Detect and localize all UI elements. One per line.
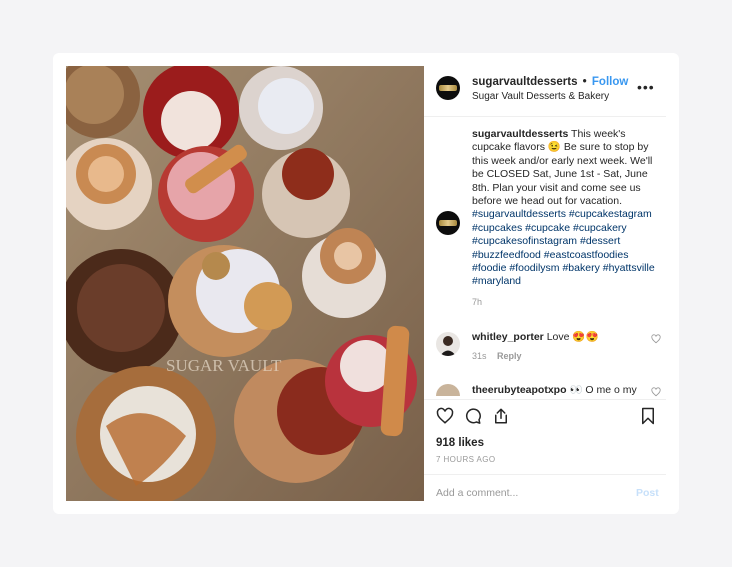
location-link[interactable]: Sugar Vault Desserts & Bakery (472, 91, 609, 102)
follow-button[interactable]: Follow (592, 76, 628, 88)
author-avatar[interactable] (436, 76, 460, 100)
share-icon[interactable] (492, 407, 510, 430)
posted-time: 7 HOURS AGO (436, 455, 496, 464)
author-line: sugarvaultdesserts • Follow (472, 76, 628, 88)
caption-username[interactable]: sugarvaultdesserts (472, 128, 568, 140)
comment-username[interactable]: whitley_porter (472, 331, 544, 343)
author-username[interactable]: sugarvaultdesserts (472, 76, 577, 88)
comment-item: whitley_porter Love 😍😍 (472, 330, 599, 343)
caption-time: 7h (472, 297, 483, 307)
reply-button[interactable]: Reply (497, 351, 522, 361)
post-side-panel: sugarvaultdesserts • Follow Sugar Vault … (424, 66, 666, 501)
commenter-avatar[interactable] (436, 332, 460, 356)
cupcakes-image: SUGAR VAULT (66, 66, 424, 501)
comment-username[interactable]: theerubyteapotxpo (472, 384, 567, 396)
post-comment-button[interactable]: Post (636, 487, 659, 499)
likes-count[interactable]: 918 likes (436, 437, 484, 449)
separator-dot: • (582, 76, 587, 88)
comment-text: Love 😍😍 (546, 331, 599, 343)
post-header: sugarvaultdesserts • Follow Sugar Vault … (424, 66, 666, 117)
post-caption: sugarvaultdesserts This week's cupcake f… (472, 128, 662, 289)
post-actions: 918 likes 7 HOURS AGO Add a comment... P… (424, 399, 666, 499)
post-photo[interactable]: SUGAR VAULT (66, 66, 424, 501)
comment-text: 👀 O me o my (569, 384, 637, 396)
comment-time: 31s (472, 351, 487, 361)
heart-icon[interactable] (436, 407, 454, 430)
add-comment-input[interactable]: Add a comment... (436, 487, 518, 499)
comment-icon[interactable] (464, 407, 482, 430)
photo-watermark: SUGAR VAULT (166, 356, 282, 375)
comment-like-icon[interactable] (651, 334, 661, 347)
caption-hashtags[interactable]: #sugarvaultdesserts #cupcakestagram #cup… (472, 208, 655, 287)
caption-avatar[interactable] (436, 211, 460, 235)
bookmark-icon[interactable] (640, 407, 656, 430)
more-icon[interactable]: ••• (637, 79, 655, 95)
post-card: SUGAR VAULT sugarvaultdesserts • Follow … (53, 53, 679, 514)
commenter-avatar[interactable] (436, 384, 460, 396)
comment-item: theerubyteapotxpo 👀 O me o my (472, 383, 637, 396)
comment-meta: 31s Reply (472, 351, 522, 361)
comment-box: Add a comment... Post (424, 474, 666, 514)
